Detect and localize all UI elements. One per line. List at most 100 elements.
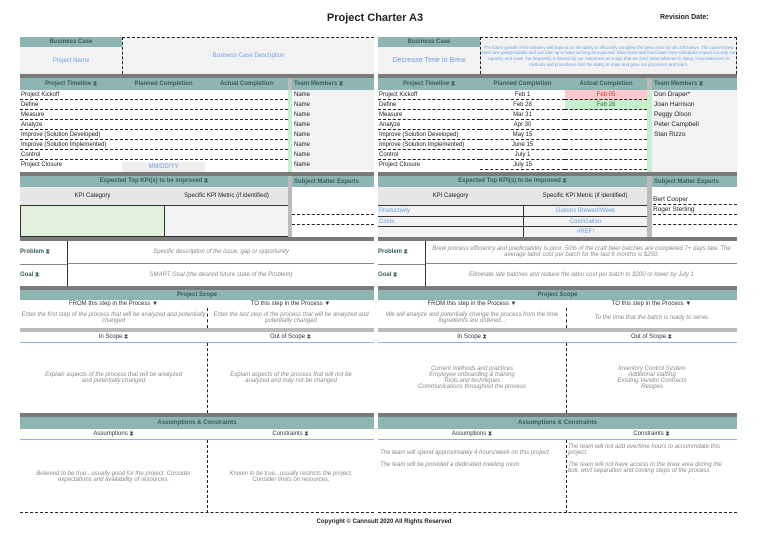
actual-date[interactable] <box>565 140 647 150</box>
problem-text[interactable]: Brew process efficiency and predictabili… <box>425 241 737 264</box>
to-label: TO this step in the Process ▼ <box>250 301 331 307</box>
constraints-list[interactable]: The team will not add overtime hours to … <box>566 440 737 513</box>
business-case-description[interactable]: Business Case Description <box>122 37 374 74</box>
actual-date[interactable]: Feb 28 <box>565 100 647 110</box>
actual-date[interactable] <box>565 150 647 160</box>
constraints-text[interactable]: Known to be true...usually restricts the… <box>207 440 374 513</box>
team-member[interactable]: Peter Campbell <box>654 120 699 130</box>
business-case-header: Business Case <box>378 37 480 47</box>
kpi-metric[interactable]: Cost/Gallon <box>523 215 647 227</box>
planned-date[interactable]: June 15 <box>480 140 565 150</box>
assumptions-list[interactable]: The team will spend approximately 4 hour… <box>378 440 566 513</box>
planned-date[interactable]: July 15 <box>480 160 565 170</box>
actual-date[interactable] <box>565 160 647 170</box>
kpi-metric-input[interactable] <box>165 205 288 237</box>
timeline-phase[interactable]: Improve (Solution Developed) <box>378 130 480 140</box>
actual-date[interactable] <box>565 120 647 130</box>
problem-goal: Problem ⧗ Specific description of the is… <box>20 241 374 286</box>
planned-label: Planned Completion <box>122 78 205 90</box>
team-member[interactable]: Name <box>294 140 374 150</box>
planned-date[interactable]: Feb 28 <box>480 100 565 110</box>
problem-text[interactable]: Specific description of the issue, gap o… <box>67 241 374 264</box>
out-scope-list[interactable]: Inventory Control System Additional staff… <box>566 343 737 413</box>
timeline-phase[interactable]: Improve (Solution Developed) <box>20 130 288 140</box>
planned-date[interactable]: Apr 30 <box>480 120 565 130</box>
timeline-phase[interactable]: Improve (Solution Implemented) <box>20 140 288 150</box>
kpi-header: Expected Top KPI(s) to be improved ⧗ <box>20 176 288 187</box>
problem-label: Problem ⧗ <box>20 249 50 255</box>
team-member[interactable]: Joan Harrison <box>654 100 694 110</box>
planned-date[interactable]: May 15 <box>480 130 565 140</box>
kpi-metric[interactable]: #REF! <box>523 226 647 237</box>
timeline-phase[interactable]: Analyze <box>378 120 480 130</box>
from-text[interactable]: Enter the first step of the process that… <box>20 308 207 328</box>
team-member[interactable]: Name <box>294 160 374 170</box>
team-label: Team Members ⧗ <box>292 78 374 90</box>
kpi-category[interactable]: Productivity <box>378 205 523 216</box>
team-member[interactable]: Name <box>294 100 374 110</box>
project-name[interactable]: Project Name <box>20 47 122 74</box>
from-text[interactable]: We will analyze and potentially change t… <box>378 308 566 328</box>
timeline-phase[interactable]: Measure <box>378 110 480 120</box>
kpi-category-input[interactable] <box>20 205 165 237</box>
project-name[interactable]: Decrease Time to Brew <box>378 47 480 74</box>
planned-date[interactable]: July 1 <box>480 150 565 160</box>
assumptions-text[interactable]: Believed to be true...usually good for t… <box>20 440 207 513</box>
team-member[interactable]: Stan Rizzo <box>654 130 685 140</box>
out-scope-label: Out of Scope ⧗ <box>566 332 737 343</box>
team-member[interactable]: Name <box>294 150 374 160</box>
timeline-phase[interactable]: Define <box>20 100 288 110</box>
to-text[interactable]: Enter the last step of the process that … <box>207 308 374 328</box>
in-scope-item: Communications throughout the process <box>418 384 526 390</box>
timeline-phase[interactable]: Project Closure <box>20 160 288 170</box>
team-member[interactable]: Peggy Olson <box>654 110 691 120</box>
timeline-phase[interactable]: Project Kickoff <box>378 90 480 100</box>
timeline-phase[interactable]: Improve (Solution Implemented) <box>378 140 480 150</box>
to-label: TO this step in the Process ▼ <box>611 301 692 307</box>
assumption-item: The team will be provided a dedicated me… <box>380 462 520 468</box>
sme-row[interactable] <box>292 215 374 225</box>
actual-date[interactable] <box>565 130 647 140</box>
assumptions-label: Assumptions ⧗ <box>20 429 207 440</box>
sme-row[interactable] <box>653 215 737 225</box>
scope-header: Project Scope <box>378 290 737 300</box>
sme-name[interactable]: Bert Cooper <box>653 195 737 205</box>
kpi-category[interactable] <box>378 226 523 237</box>
planned-date[interactable]: Feb 1 <box>480 90 565 100</box>
kpi-section: Expected Top KPI(s) to be improved ⧗ Sub… <box>378 176 737 237</box>
from-label: FROM this step in the Process ▼ <box>427 301 517 307</box>
kpi-metric-header: Specific KPI Metric (if identified) <box>523 187 647 205</box>
in-scope-list[interactable]: Current methods and practices Employee on… <box>378 343 566 413</box>
timeline-header: Project Timeline ⧗ Planned Completion Ac… <box>378 78 737 90</box>
actual-date[interactable]: Feb 05 <box>565 90 647 100</box>
timeline-header: Project Timeline ⧗ Planned Completion Ac… <box>20 78 374 90</box>
goal-text[interactable]: SMART Goal (the desired future state of … <box>67 264 374 286</box>
out-scope-text[interactable]: Explain aspects of the process that will… <box>207 343 374 413</box>
timeline-phase[interactable]: Analyze <box>20 120 288 130</box>
scope-section: Project Scope FROM this step in the Proc… <box>20 290 374 413</box>
timeline-phase[interactable]: Define <box>378 100 480 110</box>
sme-row[interactable] <box>292 205 374 215</box>
team-member[interactable]: Name <box>294 90 374 100</box>
team-member[interactable]: Name <box>294 110 374 120</box>
template-charter: Business Case Project Name Business Case… <box>20 37 374 513</box>
team-member[interactable]: Don Draper* <box>654 90 690 100</box>
sme-name[interactable]: Roger Sterling <box>653 205 737 215</box>
planned-date[interactable]: Mar 31 <box>480 110 565 120</box>
in-scope-text[interactable]: Explain aspects of the process that will… <box>20 343 207 413</box>
kpi-category-header: KPI Category <box>20 187 165 205</box>
team-member[interactable]: Name <box>294 120 374 130</box>
timeline-phase[interactable]: Control <box>378 150 480 160</box>
timeline-phase[interactable]: Project Closure <box>378 160 480 170</box>
timeline-phase[interactable]: Measure <box>20 110 288 120</box>
goal-text[interactable]: Eliminate late batches and reduce the la… <box>425 264 737 286</box>
team-label: Team Members ⧗ <box>652 78 737 90</box>
actual-date[interactable] <box>565 110 647 120</box>
kpi-category[interactable]: Costs <box>378 215 523 227</box>
timeline-phase[interactable]: Control <box>20 150 288 160</box>
business-case-description[interactable]: The future growth of the brewery will de… <box>480 37 737 74</box>
timeline-phase[interactable]: Project Kickoff <box>20 90 288 100</box>
to-text[interactable]: To the time that the batch is ready to s… <box>566 308 737 328</box>
kpi-metric[interactable]: Gallons Brewed/Week <box>523 205 647 216</box>
team-member[interactable]: Name <box>294 130 374 140</box>
